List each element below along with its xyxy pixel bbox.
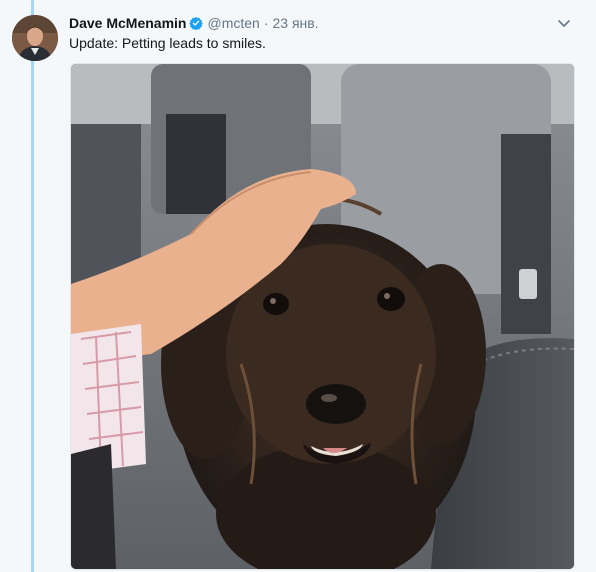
chevron-down-icon[interactable] <box>556 16 572 32</box>
author-name[interactable]: Dave McMenamin <box>69 15 186 31</box>
tweet-timestamp[interactable]: 23 янв. <box>273 15 319 31</box>
avatar[interactable] <box>12 15 58 61</box>
conversation-thread-line <box>31 0 34 572</box>
author-handle[interactable]: @mcten <box>207 15 259 31</box>
tweet-header: Dave McMenamin @mcten · 23 янв. <box>69 13 576 33</box>
tweet-text: Update: Petting leads to smiles. <box>69 35 266 51</box>
separator-dot: · <box>263 15 269 31</box>
tweet-photo[interactable] <box>70 63 575 570</box>
verified-badge-icon <box>189 16 204 30</box>
